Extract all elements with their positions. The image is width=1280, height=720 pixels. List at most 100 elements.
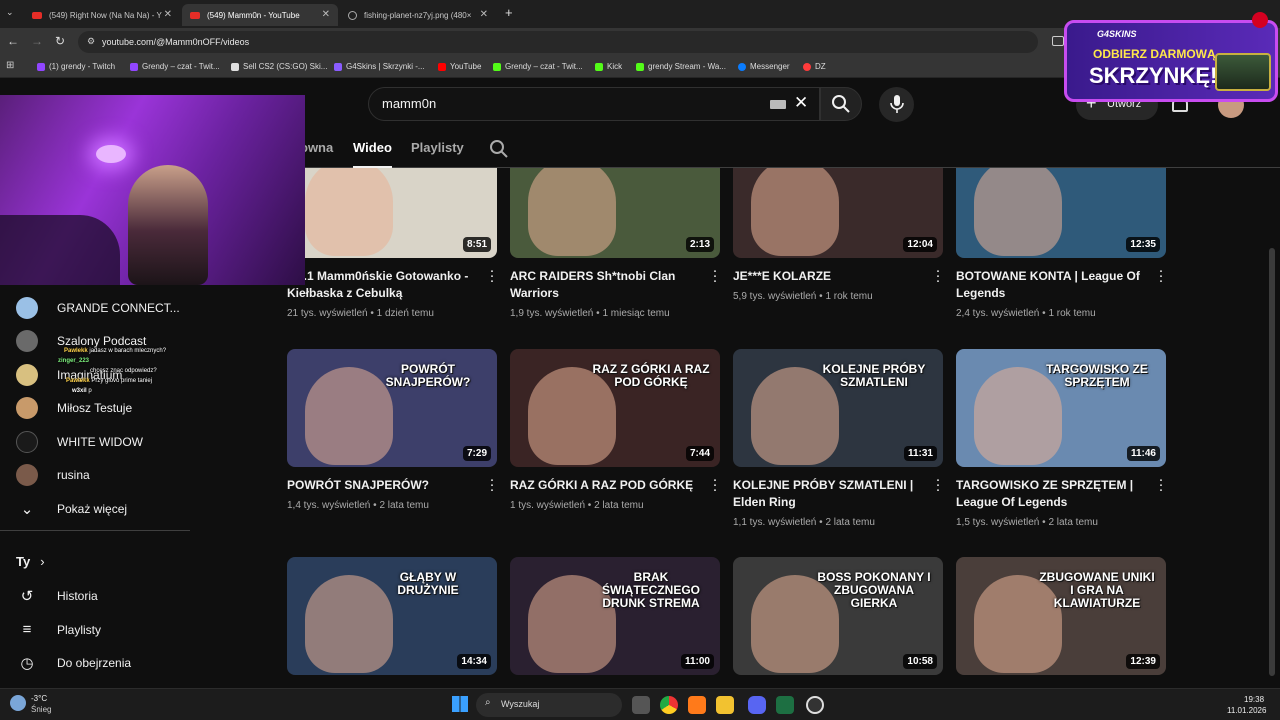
thumbnail-text: BRAK ŚWIĄTECZNEGO DRUNK STREMA bbox=[602, 570, 700, 611]
file-explorer-icon[interactable] bbox=[716, 696, 734, 714]
app-icon[interactable] bbox=[688, 696, 706, 714]
video-title[interactable]: POWRÓT SNAJPERÓW? bbox=[287, 477, 472, 494]
video-age: 2 lata temu bbox=[1048, 517, 1098, 528]
video-title[interactable]: JE***E KOLARZE bbox=[733, 268, 918, 285]
video-thumbnail[interactable]: ZBUGOWANE UNIKI I GRA NA KLAWIATURZE 12:3… bbox=[956, 557, 1166, 675]
thumbnail-face bbox=[974, 168, 1062, 256]
video-title[interactable]: BOTOWANE KONTA | League Of Legends bbox=[956, 268, 1141, 302]
forward-icon[interactable]: → bbox=[31, 34, 43, 48]
weather-desc[interactable]: Śnieg bbox=[31, 705, 51, 714]
video-card[interactable]: BRAK ŚWIĄTECZNEGO DRUNK STREMA 11:00 bbox=[510, 557, 720, 675]
excel-icon[interactable] bbox=[776, 696, 794, 714]
clock-time[interactable]: 19:38 bbox=[1244, 695, 1264, 704]
more-options-icon[interactable]: · · · bbox=[1158, 263, 1164, 288]
browser-tab-3[interactable]: fishing-planet-nz7yj.png (480× ✕ bbox=[340, 4, 496, 26]
bookmark-10[interactable]: DZ bbox=[803, 62, 826, 71]
video-title[interactable]: ARC RAIDERS Sh*tnobi Clan Warriors bbox=[510, 268, 695, 302]
voice-search-button[interactable] bbox=[879, 87, 914, 122]
video-card[interactable]: ZBUGOWANE UNIKI I GRA NA KLAWIATURZE 12:3… bbox=[956, 557, 1166, 675]
promo-banner[interactable]: G4SKINS ODBIERZ DARMOWĄ SKRZYNKĘ! bbox=[1064, 20, 1278, 102]
show-more-button[interactable]: ⌄ Pokaż więcej bbox=[16, 500, 127, 518]
keyboard-icon[interactable] bbox=[770, 100, 786, 109]
reload-icon[interactable]: ↻ bbox=[55, 34, 65, 48]
video-thumbnail[interactable]: GŁĄBY W DRUŻYNIE 14:34 bbox=[287, 557, 497, 675]
video-thumbnail[interactable]: POWRÓT SNAJPERÓW? 7:29 bbox=[287, 349, 497, 467]
taskbar-search[interactable]: ⌕ Wyszukaj bbox=[476, 693, 622, 717]
tab-search-icon[interactable]: ⌄ bbox=[6, 7, 14, 18]
sidebar-subscription[interactable]: GRANDE CONNECT... bbox=[16, 296, 180, 320]
channel-search-icon[interactable] bbox=[489, 139, 509, 159]
webcam-chair bbox=[0, 215, 120, 285]
browser-tab-2[interactable]: (549) Mamm0n - YouTube ✕ bbox=[182, 4, 338, 26]
bookmark-5[interactable]: YouTube bbox=[438, 62, 481, 71]
close-icon[interactable]: ✕ bbox=[164, 9, 172, 20]
tab-videos[interactable]: Wideo bbox=[353, 140, 392, 168]
tab-playlists[interactable]: Playlisty bbox=[411, 140, 464, 155]
sidebar-subscription[interactable]: WHITE WIDOW bbox=[16, 430, 143, 454]
bookmark-7[interactable]: Kick bbox=[595, 62, 622, 71]
sidebar-item-watch-later[interactable]: ◷ Do obejrzenia bbox=[16, 654, 131, 672]
video-thumbnail[interactable]: BRAK ŚWIĄTECZNEGO DRUNK STREMA 11:00 bbox=[510, 557, 720, 675]
video-title[interactable]: TARGOWISKO ZE SPRZĘTEM | League Of Legen… bbox=[956, 477, 1141, 511]
video-card[interactable]: GŁĄBY W DRUŻYNIE 14:34 bbox=[287, 557, 497, 675]
bookmark-4[interactable]: G4Skins | Skrzynki -... bbox=[334, 62, 425, 71]
video-card[interactable]: RAZ Z GÓRKI A RAZ POD GÓRKĘ 7:44 RAZ GÓRKI… bbox=[510, 349, 720, 511]
bookmark-2[interactable]: Grendy – czat - Twit... bbox=[130, 62, 220, 71]
bookmark-3[interactable]: Sell CS2 (CS:GO) Ski... bbox=[231, 62, 327, 71]
search-button[interactable] bbox=[820, 87, 862, 121]
sidebar-subscription[interactable]: rusina bbox=[16, 463, 90, 487]
back-icon[interactable]: ← bbox=[7, 34, 19, 48]
video-title[interactable]: RAZ GÓRKI A RAZ POD GÓRKĘ bbox=[510, 477, 695, 494]
bookmark-6[interactable]: Grendy – czat - Twit... bbox=[493, 62, 583, 71]
weather-icon[interactable] bbox=[10, 695, 26, 711]
more-options-icon[interactable]: · · · bbox=[1158, 472, 1164, 497]
clock-date[interactable]: 11.01.2026 bbox=[1227, 706, 1266, 715]
bookmark-9[interactable]: Messenger bbox=[738, 62, 790, 71]
chrome-icon[interactable] bbox=[660, 696, 678, 714]
bookmark-8[interactable]: grendy Stream - Wa... bbox=[636, 62, 726, 71]
video-age: 2 lata temu bbox=[379, 500, 429, 511]
video-card[interactable]: TARGOWISKO ZE SPRZĘTEM 11:46 TARGOWISKO ZE… bbox=[956, 349, 1166, 528]
chat-message: zinger_223 bbox=[58, 358, 90, 364]
site-info-icon[interactable]: ⚙ bbox=[87, 36, 95, 47]
video-duration: 7:29 bbox=[462, 446, 491, 461]
video-title[interactable]: ...c.1 Mamm0ńskie Gotowanko - Kiełbaska … bbox=[287, 268, 472, 302]
sidebar-item-history[interactable]: ↺ Historia bbox=[16, 587, 98, 605]
sidebar-subscription[interactable]: Miłosz Testuje bbox=[16, 396, 132, 420]
sidebar-item-playlists[interactable]: ≡ Playlisty bbox=[16, 621, 101, 638]
video-thumbnail[interactable]: KOLEJNE PRÓBY SZMATLENI 11:31 bbox=[733, 349, 943, 467]
search-input[interactable]: mamm0n ✕ bbox=[368, 87, 820, 121]
video-card[interactable]: POWRÓT SNAJPERÓW? 7:29 POWRÓT SNAJPERÓW? 1,… bbox=[287, 349, 497, 511]
task-view-icon[interactable] bbox=[632, 696, 650, 714]
video-card[interactable]: BOSS POKONANY I ZBUGOWANA GIERKA 10:58 bbox=[733, 557, 943, 675]
clear-search-icon[interactable]: ✕ bbox=[794, 93, 808, 113]
new-tab-button[interactable]: + bbox=[505, 5, 513, 20]
video-thumbnail[interactable]: TARGOWISKO ZE SPRZĘTEM 11:46 bbox=[956, 349, 1166, 467]
browser-tab-1[interactable]: (549) Right Now (Na Na Na) - Y ✕ bbox=[24, 4, 180, 26]
bookmark-1[interactable]: (1) grendy - Twitch bbox=[37, 62, 115, 71]
more-options-icon[interactable]: · · · bbox=[712, 263, 718, 288]
obs-icon[interactable] bbox=[806, 696, 824, 714]
chevron-down-icon: ⌄ bbox=[20, 501, 34, 518]
more-options-icon[interactable]: · · · bbox=[489, 263, 495, 288]
more-options-icon[interactable]: · · · bbox=[712, 472, 718, 497]
you-section-heading[interactable]: Ty › bbox=[16, 554, 45, 569]
video-thumbnail[interactable]: BOSS POKONANY I ZBUGOWANA GIERKA 10:58 bbox=[733, 557, 943, 675]
start-icon[interactable] bbox=[452, 696, 468, 712]
scrollbar[interactable] bbox=[1269, 248, 1275, 676]
close-icon[interactable]: ✕ bbox=[480, 9, 488, 20]
video-meta: 1,1 tys. wyświetleń • 2 lata temu bbox=[733, 517, 875, 528]
video-views: 21 tys. wyświetleń bbox=[287, 308, 368, 319]
close-icon[interactable]: ✕ bbox=[322, 9, 330, 20]
more-options-icon[interactable]: · · · bbox=[935, 263, 941, 288]
address-bar[interactable]: ⚙ youtube.com/@Mamm0nOFF/videos bbox=[78, 31, 1038, 53]
cast-icon[interactable] bbox=[1052, 36, 1064, 46]
video-title[interactable]: KOLEJNE PRÓBY SZMATLENI | Elden Ring bbox=[733, 477, 918, 511]
more-options-icon[interactable]: · · · bbox=[489, 472, 495, 497]
discord-icon[interactable] bbox=[748, 696, 766, 714]
more-options-icon[interactable]: · · · bbox=[935, 472, 941, 497]
video-thumbnail[interactable]: RAZ Z GÓRKI A RAZ POD GÓRKĘ 7:44 bbox=[510, 349, 720, 467]
weather-temp[interactable]: -3°C bbox=[31, 694, 47, 703]
video-card[interactable]: KOLEJNE PRÓBY SZMATLENI 11:31 KOLEJNE PRÓB… bbox=[733, 349, 943, 528]
apps-icon[interactable]: ⊞ bbox=[6, 60, 14, 71]
